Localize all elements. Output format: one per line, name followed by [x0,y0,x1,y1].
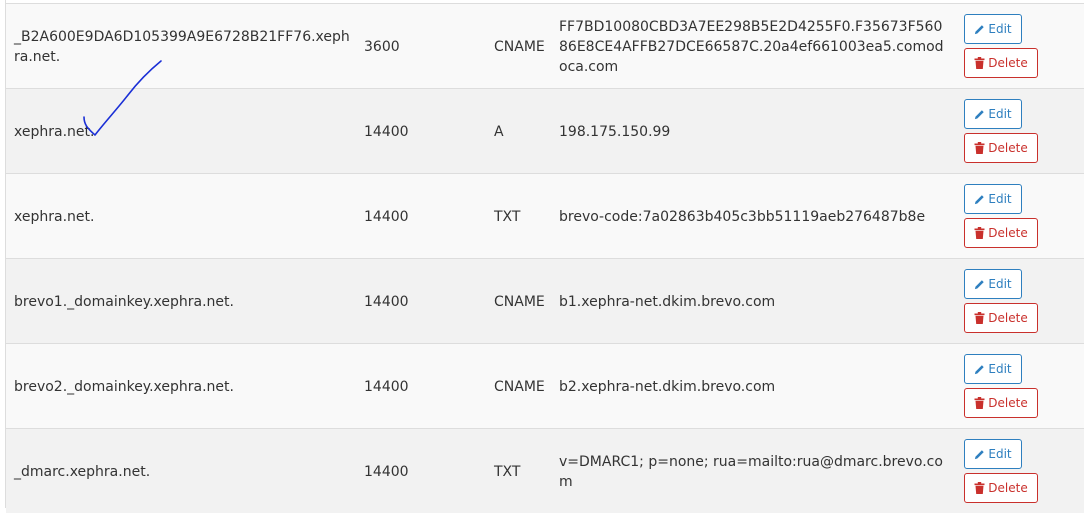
record-value: FF7BD10080CBD3A7EE298B5E2D4255F0.F35673F… [559,18,944,75]
delete-button[interactable]: Delete [964,303,1038,333]
edit-button[interactable]: Edit [964,354,1022,384]
delete-button[interactable]: Delete [964,388,1038,418]
record-type: A [494,123,504,140]
delete-label: Delete [988,226,1028,240]
record-type: CNAME [494,38,545,55]
record-value: brevo-code:7a02863b405c3bb51119aeb276487… [559,208,926,225]
trash-icon [974,312,985,324]
delete-button[interactable]: Delete [964,218,1038,248]
edit-button[interactable]: Edit [964,184,1022,214]
delete-button[interactable]: Delete [964,48,1038,78]
table-row: brevo1._domainkey.xephra.net. 14400 CNAM… [6,258,1084,343]
pencil-icon [974,364,985,375]
record-ttl: 14400 [364,123,409,140]
record-type: TXT [494,463,521,480]
edit-label: Edit [988,447,1012,461]
pencil-icon [974,194,985,205]
pencil-icon [974,449,985,460]
record-name: brevo2._domainkey.xephra.net. [14,378,234,395]
dns-records-table: _B2A600E9DA6D105399A9E6728B21FF76.xephra… [5,0,1084,513]
delete-label: Delete [988,56,1028,70]
trash-icon [974,227,985,239]
delete-button[interactable]: Delete [964,473,1038,503]
pencil-icon [974,24,985,35]
edit-button[interactable]: Edit [964,269,1022,299]
table-row: brevo2._domainkey.xephra.net. 14400 CNAM… [6,343,1084,428]
row-actions: Edit Delete [964,89,1044,174]
row-actions: Edit Delete [964,174,1044,259]
record-value: 198.175.150.99 [559,123,671,140]
delete-label: Delete [988,396,1028,410]
record-ttl: 14400 [364,208,409,225]
delete-label: Delete [988,311,1028,325]
table-row: xephra.net. 14400 TXT brevo-code:7a02863… [6,173,1084,258]
table-row: xephra.net. 14400 A 198.175.150.99 Edit … [6,88,1084,173]
record-name: xephra.net. [14,208,95,225]
record-value: v=DMARC1; p=none; rua=mailto:rua@dmarc.b… [559,453,943,490]
edit-button[interactable]: Edit [964,439,1022,469]
delete-label: Delete [988,481,1028,495]
record-name: xephra.net. [14,123,95,140]
delete-label: Delete [988,141,1028,155]
table-row: _dmarc.xephra.net. 14400 TXT v=DMARC1; p… [6,428,1084,513]
edit-label: Edit [988,362,1012,376]
edit-label: Edit [988,192,1012,206]
record-type: CNAME [494,378,545,395]
row-actions: Edit Delete [964,344,1044,429]
record-ttl: 14400 [364,378,409,395]
record-type: TXT [494,208,521,225]
trash-icon [974,397,985,409]
record-ttl: 14400 [364,463,409,480]
record-value: b1.xephra-net.dkim.brevo.com [559,293,776,310]
edit-label: Edit [988,22,1012,36]
row-actions: Edit Delete [964,429,1044,514]
record-ttl: 3600 [364,38,400,55]
record-name: brevo1._domainkey.xephra.net. [14,293,234,310]
edit-button[interactable]: Edit [964,14,1022,44]
record-name: _B2A600E9DA6D105399A9E6728B21FF76.xephra… [14,28,350,65]
row-actions: Edit Delete [964,259,1044,344]
edit-label: Edit [988,107,1012,121]
record-ttl: 14400 [364,293,409,310]
table-row: _B2A600E9DA6D105399A9E6728B21FF76.xephra… [6,3,1084,88]
row-actions: Edit Delete [964,4,1044,89]
trash-icon [974,482,985,494]
edit-button[interactable]: Edit [964,99,1022,129]
trash-icon [974,142,985,154]
pencil-icon [974,109,985,120]
record-value: b2.xephra-net.dkim.brevo.com [559,378,776,395]
pencil-icon [974,279,985,290]
edit-label: Edit [988,277,1012,291]
record-type: CNAME [494,293,545,310]
trash-icon [974,57,985,69]
delete-button[interactable]: Delete [964,133,1038,163]
record-name: _dmarc.xephra.net. [14,463,151,480]
